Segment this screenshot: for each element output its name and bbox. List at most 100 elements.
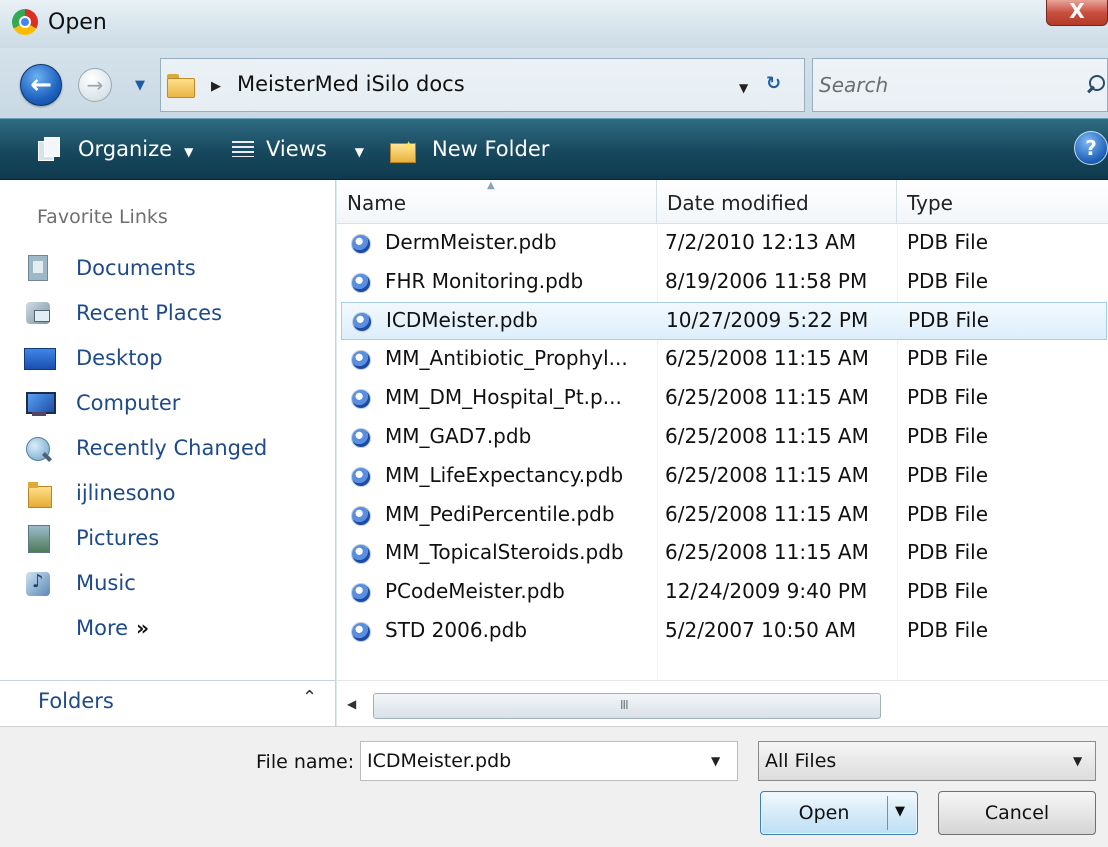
sidebar-item-pictures[interactable]: Pictures — [22, 520, 322, 565]
column-header-date-modified[interactable]: Date modified — [657, 180, 897, 224]
column-header-type[interactable]: Type — [897, 180, 1108, 224]
table-row[interactable]: MM_TopicalSteroids.pdb 6/25/2008 11:15 AM… — [337, 534, 1108, 573]
scrollbar-thumb[interactable]: III — [373, 693, 881, 719]
more-links-button[interactable]: More » — [76, 616, 149, 640]
table-row[interactable]: ICDMeister.pdb 10/27/2009 5:22 PM PDB File — [341, 301, 1107, 341]
file-name-cell: MM_Antibiotic_Prophyl... — [385, 346, 628, 371]
pdb-file-icon — [351, 350, 371, 371]
file-type-select[interactable]: All Files ▼ — [758, 741, 1096, 781]
file-type-cell: PDB File — [907, 385, 989, 410]
back-arrow-icon: ← — [30, 70, 52, 100]
chevron-down-icon: ▼ — [1073, 754, 1083, 768]
new-folder-label: New Folder — [432, 137, 550, 161]
sidebar-item-recent-places[interactable]: Recent Places — [22, 295, 322, 340]
more-label: More — [76, 616, 129, 640]
user-folder-icon — [24, 480, 54, 508]
open-button[interactable]: Open ▼ — [760, 791, 918, 835]
table-row[interactable]: MM_DM_Hospital_Pt.p... 6/25/2008 11:15 AM… — [337, 379, 1108, 418]
table-row[interactable]: PCodeMeister.pdb 12/24/2009 9:40 PM PDB Fi… — [337, 573, 1108, 612]
table-row[interactable]: MM_LifeExpectancy.pdb 6/25/2008 11:15 AM P… — [337, 457, 1108, 496]
column-header-row: ▲ Name Date modified Type — [337, 180, 1108, 224]
table-row[interactable]: FHR Monitoring.pdb 8/19/2006 11:58 PM PDB … — [337, 263, 1108, 302]
sidebar-item-label: Music — [76, 571, 136, 595]
table-row[interactable]: STD 2006.pdb 5/2/2007 10:50 AM PDB File — [337, 612, 1108, 651]
pdb-file-icon — [351, 544, 371, 565]
file-name-label: File name: — [256, 751, 355, 773]
column-label: Name — [347, 191, 407, 215]
search-icon[interactable] — [1085, 73, 1107, 97]
address-bar[interactable]: ▶ MeisterMed iSilo docs ▼ ↻ — [160, 58, 805, 112]
views-icon — [232, 141, 254, 157]
sidebar-item-computer[interactable]: Computer — [22, 385, 322, 430]
forward-button[interactable]: → — [78, 68, 112, 102]
sidebar-item-label: Desktop — [76, 346, 163, 370]
scroll-left-icon[interactable]: ◀ — [347, 697, 356, 711]
sidebar-item-label: Recently Changed — [76, 436, 268, 460]
sidebar-item-label: Recent Places — [76, 301, 223, 325]
organize-label: Organize — [78, 137, 173, 161]
pictures-icon — [24, 525, 54, 553]
folders-toggle[interactable]: Folders ⌃ — [0, 680, 336, 726]
file-name-cell: DermMeister.pdb — [385, 230, 557, 254]
pdb-file-icon — [351, 234, 371, 254]
sidebar-item-documents[interactable]: Documents — [22, 250, 322, 295]
title-bar: Open X — [0, 0, 1108, 48]
pdb-file-icon — [351, 505, 371, 526]
command-toolbar: Organize ▼ Views ▼ New Folder ? — [0, 118, 1108, 180]
table-row[interactable]: MM_Antibiotic_Prophyl... 6/25/2008 11:15 … — [337, 340, 1108, 379]
navigation-bar: ← → ▼ ▶ MeisterMed iSilo docs ▼ ↻ — [0, 48, 1108, 118]
sidebar-item-recently-changed[interactable]: Recently Changed — [22, 430, 322, 475]
file-type-cell: PDB File — [907, 462, 989, 487]
help-icon: ? — [1085, 136, 1097, 160]
chevron-down-icon[interactable]: ▼ — [711, 754, 720, 768]
documents-icon — [24, 255, 54, 283]
sidebar-item-label: ijlinesono — [76, 481, 176, 505]
chevron-down-icon: ▼ — [184, 145, 194, 159]
window-title: Open — [48, 10, 107, 35]
sort-ascending-icon: ▲ — [487, 180, 495, 191]
file-rows: DermMeister.pdb 7/2/2010 12:13 AM PDB File… — [337, 224, 1108, 651]
table-row[interactable]: DermMeister.pdb 7/2/2010 12:13 AM PDB File — [337, 224, 1108, 263]
file-name-cell: FHR Monitoring.pdb — [385, 268, 584, 293]
sidebar-item-desktop[interactable]: Desktop — [22, 340, 322, 385]
date-modified-cell: 6/25/2008 11:15 AM — [665, 462, 869, 487]
table-row[interactable]: MM_GAD7.pdb 6/25/2008 11:15 AM PDB File — [337, 418, 1108, 457]
search-box — [812, 58, 1108, 112]
cancel-button[interactable]: Cancel — [938, 791, 1096, 835]
back-button[interactable]: ← — [20, 64, 62, 106]
help-button[interactable]: ? — [1074, 131, 1108, 165]
close-icon: X — [1069, 0, 1085, 23]
file-name-cell: MM_PediPercentile.pdb — [385, 501, 615, 526]
open-label: Open — [798, 802, 850, 824]
favorite-links-heading: Favorite Links — [37, 206, 168, 228]
open-options-dropdown-icon[interactable]: ▼ — [895, 804, 905, 819]
file-name-cell: ICDMeister.pdb — [386, 307, 538, 332]
file-name-input[interactable] — [367, 748, 687, 774]
file-name-cell: MM_DM_Hospital_Pt.p... — [385, 385, 622, 410]
search-input[interactable] — [819, 71, 1059, 99]
table-row[interactable]: MM_PediPercentile.pdb 6/25/2008 11:15 AM P… — [337, 496, 1108, 535]
file-name-combo[interactable]: ▼ — [360, 741, 738, 781]
folders-label: Folders — [38, 689, 114, 713]
sidebar-item-label: Pictures — [76, 526, 160, 550]
close-button[interactable]: X — [1046, 0, 1108, 26]
chevron-down-icon: ▼ — [354, 145, 365, 159]
refresh-icon[interactable]: ↻ — [766, 73, 781, 94]
address-dropdown-icon[interactable]: ▼ — [739, 81, 748, 95]
pdb-file-icon — [351, 583, 371, 604]
horizontal-scrollbar[interactable]: ◀ III — [337, 680, 1108, 726]
dialog-footer: File name: ▼ All Files ▼ Open ▼ Cancel — [0, 726, 1108, 847]
sidebar-item-music[interactable]: Music — [22, 565, 322, 610]
desktop-icon — [24, 345, 56, 373]
breadcrumb-chevron-icon[interactable]: ▶ — [211, 79, 221, 94]
file-name-cell: STD 2006.pdb — [385, 617, 528, 642]
views-label: Views — [266, 137, 327, 161]
file-type-cell: PDB File — [907, 230, 989, 254]
column-header-name[interactable]: ▲ Name — [337, 180, 657, 224]
sidebar-item-user-folder[interactable]: ijlinesono — [22, 475, 322, 520]
pdb-file-icon — [351, 466, 371, 487]
breadcrumb[interactable]: MeisterMed iSilo docs — [237, 72, 465, 96]
organize-icon — [38, 137, 60, 161]
history-dropdown-icon[interactable]: ▼ — [135, 78, 153, 93]
date-modified-cell: 6/25/2008 11:15 AM — [665, 540, 869, 565]
